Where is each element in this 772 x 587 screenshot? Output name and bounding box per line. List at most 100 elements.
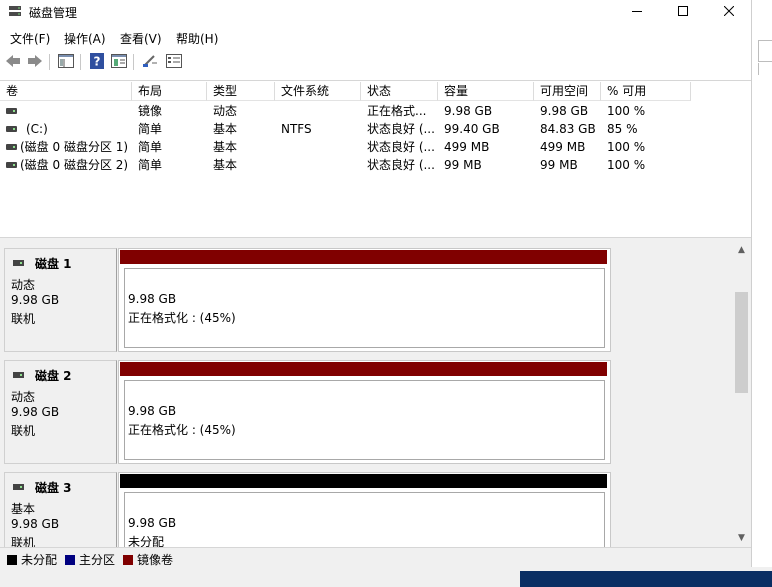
legend-swatch: [65, 554, 75, 565]
partition-details: 9.98 GB 正在格式化 : (45%): [124, 268, 605, 348]
partition-size: 9.98 GB: [128, 516, 177, 530]
back-button[interactable]: [4, 53, 22, 71]
toolbar-separator: [80, 54, 81, 70]
chevron-up-icon: ▲: [738, 245, 745, 255]
column-header-type[interactable]: 类型: [207, 82, 275, 101]
show-hide-console-tree-button[interactable]: [57, 53, 75, 71]
properties-button[interactable]: [110, 53, 128, 71]
settings-list-button[interactable]: [165, 53, 183, 71]
window-title: 磁盘管理: [29, 6, 78, 20]
disk-icon: [13, 260, 24, 266]
scroll-down-button[interactable]: ▼: [733, 531, 750, 545]
volume-list-header: 卷 布局 类型 文件系统 状态 容量 可用空间 % 可用: [0, 82, 751, 101]
volume-type: 基本: [213, 140, 238, 154]
partition-status: 正在格式化 : (45%): [128, 423, 236, 437]
partition-block[interactable]: 9.98 GB 正在格式化 : (45%): [118, 360, 611, 464]
taskbar-fragment: [520, 571, 772, 587]
volume-drive-icon: [6, 126, 17, 132]
volume-capacity: 99 MB: [444, 158, 482, 172]
volume-list: 卷 布局 类型 文件系统 状态 容量 可用空间 % 可用 镜像 动态 正在格式.…: [0, 80, 751, 238]
volume-status: 状态良好 (...: [367, 140, 435, 154]
help-button[interactable]: ?: [88, 52, 106, 71]
column-header-capacity[interactable]: 容量: [438, 82, 534, 101]
partition-color-bar: [120, 362, 607, 376]
disk-management-app-icon: [8, 5, 22, 17]
partition-color-bar: [120, 474, 607, 488]
volume-layout: 简单: [138, 158, 163, 172]
disk-info-panel[interactable]: 磁盘 3 基本 9.98 GB 联机: [4, 472, 117, 547]
disk-size: 9.98 GB: [11, 517, 60, 531]
disk-status: 联机: [11, 312, 36, 326]
close-button[interactable]: [706, 0, 751, 24]
volume-filesystem: [275, 102, 361, 120]
column-header-percent-free[interactable]: % 可用: [601, 82, 691, 101]
volume-free-space: 9.98 GB: [540, 104, 589, 118]
volume-status: 状态良好 (...: [367, 122, 435, 136]
chevron-down-icon: ▼: [738, 533, 745, 543]
volume-type: 基本: [213, 158, 238, 172]
toolbar: ?: [0, 50, 751, 74]
maximize-button[interactable]: [660, 0, 706, 24]
volume-capacity: 99.40 GB: [444, 122, 500, 136]
disk-size: 9.98 GB: [11, 405, 60, 419]
partition-details: 9.98 GB 正在格式化 : (45%): [124, 380, 605, 460]
properties-icon: [111, 53, 127, 71]
column-header-layout[interactable]: 布局: [132, 82, 207, 101]
disk-row: 磁盘 1 动态 9.98 GB 联机 9.98 GB 正在格式化 : (45%): [0, 244, 733, 356]
forward-button[interactable]: [26, 53, 44, 71]
menu-help[interactable]: 帮助(H): [176, 30, 218, 47]
volume-layout: 简单: [138, 140, 163, 154]
volume-name: [14, 102, 132, 120]
volume-name: (C:): [26, 122, 48, 136]
background-window-edge: [752, 0, 772, 567]
menu-view[interactable]: 查看(V): [120, 30, 162, 47]
scrollbar-thumb[interactable]: [735, 292, 748, 393]
scroll-up-button[interactable]: ▲: [733, 243, 750, 257]
column-header-free-space[interactable]: 可用空间: [534, 82, 601, 101]
title-bar[interactable]: 磁盘管理: [0, 0, 751, 24]
menu-action[interactable]: 操作(A): [64, 30, 106, 47]
volume-row[interactable]: (磁盘 0 磁盘分区 1) 简单 基本 状态良好 (... 499 MB 499…: [0, 138, 751, 156]
volume-row[interactable]: (磁盘 0 磁盘分区 2) 简单 基本 状态良好 (... 99 MB 99 M…: [0, 156, 751, 174]
arrow-right-icon: [27, 54, 43, 71]
disk-name: 磁盘 3: [35, 481, 72, 495]
volume-type: 基本: [213, 122, 238, 136]
partition-color-bar: [120, 250, 607, 264]
minimize-button[interactable]: [614, 0, 660, 24]
taskbar-edge: [0, 567, 772, 587]
volume-status: 正在格式...: [367, 104, 427, 118]
volume-free-space: 499 MB: [540, 140, 586, 154]
partition-block[interactable]: 9.98 GB 未分配: [118, 472, 611, 547]
background-window-fragment: [758, 63, 772, 75]
volume-name: (磁盘 0 磁盘分区 1): [20, 140, 129, 154]
console-tree-icon: [58, 53, 74, 71]
legend-swatch: [7, 554, 17, 565]
arrow-left-icon: [5, 54, 21, 71]
volume-percent-free: 100 %: [607, 158, 646, 172]
disk-type: 动态: [11, 390, 36, 404]
menu-file[interactable]: 文件(F): [10, 30, 50, 47]
background-window-fragment: [758, 40, 772, 62]
volume-layout: 简单: [138, 122, 163, 136]
column-header-status[interactable]: 状态: [361, 82, 438, 101]
volume-filesystem: NTFS: [281, 122, 312, 136]
legend-bar: 未分配 主分区 镜像卷: [0, 547, 751, 567]
column-header-filesystem[interactable]: 文件系统: [275, 82, 361, 101]
volume-row[interactable]: (C:) 简单 基本 NTFS 状态良好 (... 99.40 GB 84.83…: [0, 120, 751, 138]
volume-percent-free: 100 %: [607, 140, 646, 154]
volume-row[interactable]: 镜像 动态 正在格式... 9.98 GB 9.98 GB 100 %: [0, 102, 751, 120]
disk-info-panel[interactable]: 磁盘 1 动态 9.98 GB 联机: [4, 248, 117, 352]
vertical-scrollbar[interactable]: ▲ ▼: [733, 241, 750, 547]
disk-info-panel[interactable]: 磁盘 2 动态 9.98 GB 联机: [4, 360, 117, 464]
legend-item: 未分配: [7, 551, 57, 567]
volume-free-space: 84.83 GB: [540, 122, 596, 136]
column-header-volume[interactable]: 卷: [0, 82, 132, 101]
partition-status: 未分配: [128, 535, 165, 547]
connect-button[interactable]: [141, 53, 159, 71]
svg-text:?: ?: [94, 54, 101, 68]
disk-name: 磁盘 1: [35, 257, 72, 271]
pencil-icon: [142, 54, 158, 71]
partition-block[interactable]: 9.98 GB 正在格式化 : (45%): [118, 248, 611, 352]
partition-size: 9.98 GB: [128, 404, 177, 418]
volume-type: 动态: [213, 104, 238, 118]
